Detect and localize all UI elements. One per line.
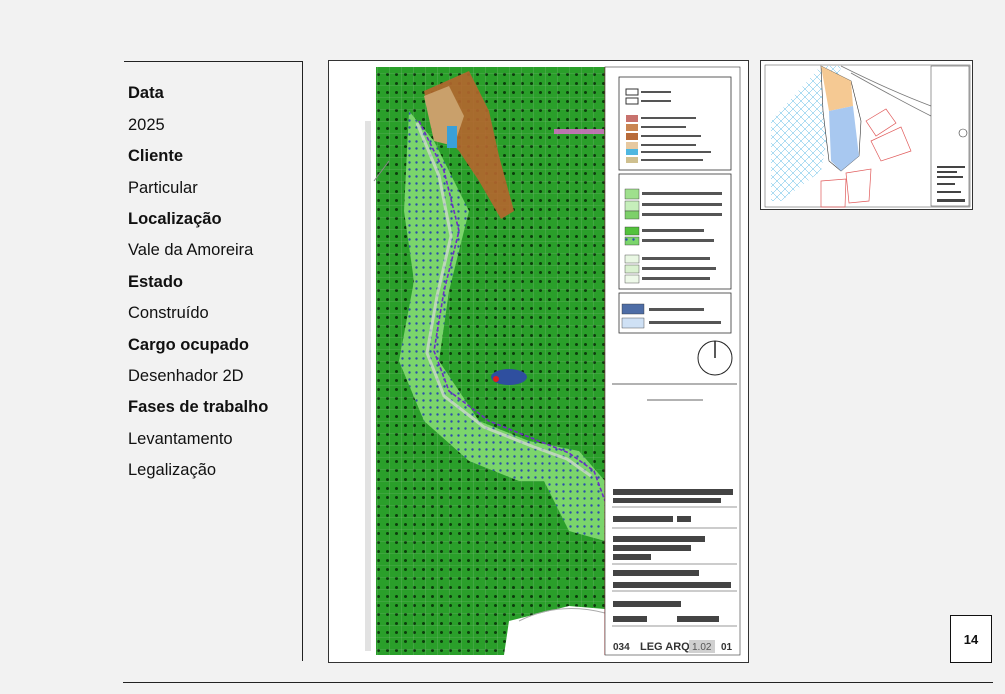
label-date: Data bbox=[128, 84, 164, 102]
title-block-company: LEG ARQ bbox=[640, 641, 690, 653]
label-location: Localização bbox=[128, 210, 222, 228]
title-block-code: 034 bbox=[613, 642, 630, 653]
value-role: Desenhador 2D bbox=[128, 367, 244, 385]
value-phase-1: Levantamento bbox=[128, 430, 233, 448]
value-date: 2025 bbox=[128, 116, 165, 134]
project-info-panel: Data 2025 Cliente Particular Localização… bbox=[124, 61, 303, 661]
title-block-scale: 1.02 bbox=[692, 642, 712, 653]
value-status: Construído bbox=[128, 304, 209, 322]
map-drawing: 034 LEG ARQ 1.02 01 bbox=[365, 66, 741, 656]
label-role: Cargo ocupado bbox=[128, 336, 250, 354]
label-status: Estado bbox=[128, 273, 184, 291]
label-client: Cliente bbox=[128, 147, 184, 165]
legend-panel bbox=[604, 66, 741, 656]
value-location: Vale da Amoreira bbox=[128, 241, 254, 259]
drawing-sheet-site-plan[interactable] bbox=[760, 60, 973, 210]
bottom-rule bbox=[123, 682, 993, 683]
site-plan-drawing bbox=[764, 64, 971, 208]
drawing-sheet-map[interactable]: 034 LEG ARQ 1.02 01 bbox=[328, 60, 749, 663]
value-phase-2: Legalização bbox=[128, 461, 217, 479]
title-block-sheet: 01 bbox=[721, 642, 733, 653]
label-phases: Fases de trabalho bbox=[128, 398, 269, 416]
page-number: 14 bbox=[950, 615, 992, 663]
value-client: Particular bbox=[128, 179, 198, 197]
